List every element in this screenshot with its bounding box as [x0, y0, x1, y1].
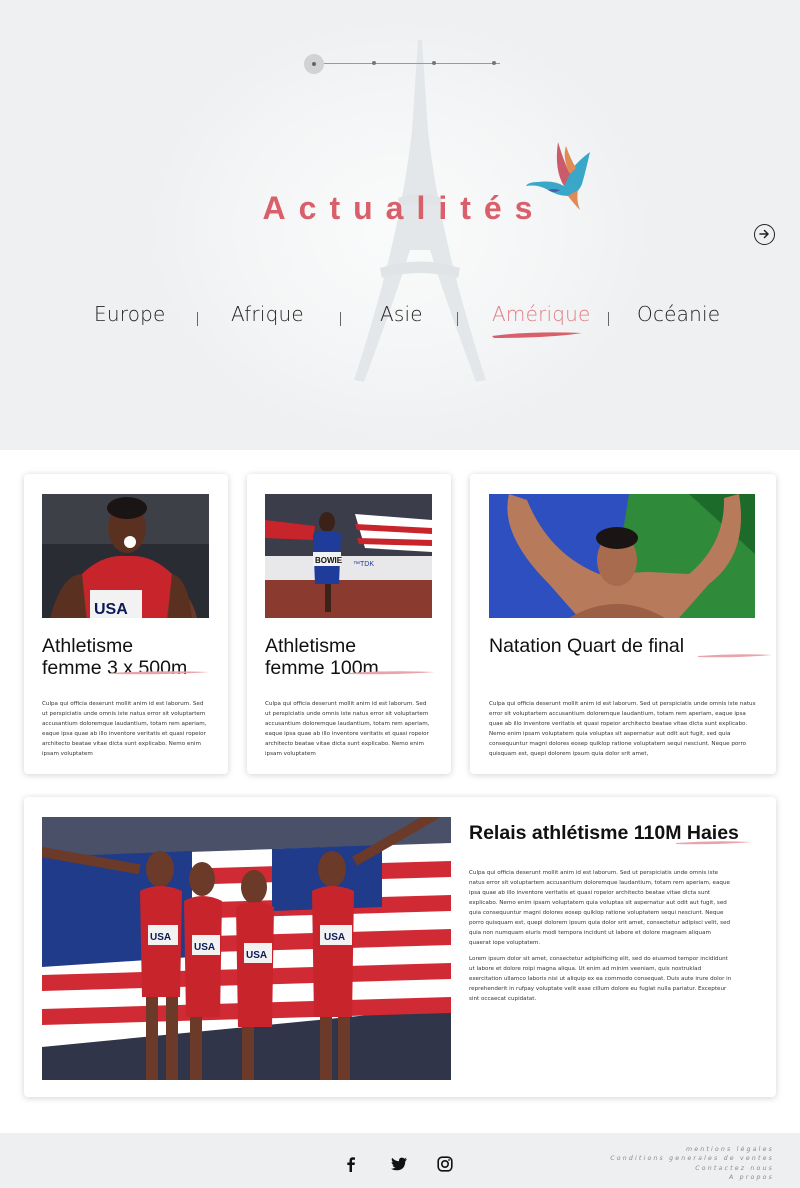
- news-card[interactable]: BOWIE ™TDK Athletisme femme 100m Culpa q…: [247, 474, 451, 774]
- card-excerpt: Culpa qui officia deserunt mollit anim i…: [42, 701, 207, 757]
- progress-track: [314, 63, 500, 64]
- card-title-line: Athletisme: [265, 635, 357, 657]
- card-image-relay-team: USA USA USA USA: [42, 817, 451, 1080]
- site-footer: mentions légales Conditions generales de…: [0, 1133, 800, 1188]
- news-card[interactable]: Natation Quart de final Culpa qui offici…: [470, 474, 776, 774]
- tab-divider: [457, 312, 458, 326]
- bird-logo-icon: [526, 142, 590, 210]
- feature-body: Culpa qui officia deserunt mollit anim i…: [469, 868, 734, 1004]
- progress-step[interactable]: [432, 61, 436, 65]
- title-underline-swoosh: [698, 654, 772, 658]
- news-card[interactable]: USA Athletisme femme 3 x 500m Culpa qui …: [24, 474, 228, 774]
- tab-divider: [197, 312, 198, 326]
- footer-link-contact[interactable]: Contactez nous: [610, 1164, 774, 1173]
- region-tabs: Europe Afrique Asie Amérique Océanie: [0, 302, 800, 342]
- feature-paragraph: Culpa qui officia deserunt mollit anim i…: [469, 870, 731, 946]
- title-underline-swoosh: [676, 841, 752, 845]
- title-underline-swoosh: [110, 671, 210, 675]
- feature-paragraph: Lorem ipsum dolor sit amet, consectetur …: [469, 956, 732, 1002]
- footer-link-about[interactable]: A propos: [610, 1173, 774, 1182]
- feature-card[interactable]: USA USA USA USA Relais athlétisme 110M H…: [24, 797, 776, 1097]
- next-slide-button[interactable]: [754, 224, 775, 245]
- progress-step[interactable]: [372, 61, 376, 65]
- tab-oceanie[interactable]: Océanie: [637, 302, 720, 326]
- tab-divider: [340, 312, 341, 326]
- footer-link-legal[interactable]: mentions légales: [610, 1145, 774, 1154]
- card-title-line: Athletisme: [42, 635, 134, 657]
- tab-amerique[interactable]: Amérique: [492, 302, 591, 326]
- card-image-swimmer: [489, 494, 755, 618]
- hero-banner: Actualités Europe Afrique Asie Amérique …: [0, 0, 800, 450]
- svg-text:USA: USA: [194, 942, 215, 953]
- instagram-icon[interactable]: [436, 1155, 454, 1173]
- footer-links: mentions légales Conditions generales de…: [610, 1145, 774, 1182]
- svg-text:BOWIE: BOWIE: [315, 556, 343, 565]
- tab-divider: [608, 312, 609, 326]
- svg-text:USA: USA: [94, 601, 128, 618]
- tab-asie[interactable]: Asie: [380, 302, 423, 326]
- progress-step[interactable]: [492, 61, 496, 65]
- title-underline-swoosh: [349, 671, 435, 675]
- card-image-flag-runner: BOWIE ™TDK: [265, 494, 432, 618]
- active-tab-underline: [492, 332, 582, 338]
- card-image-sprinter: USA: [42, 494, 209, 618]
- arrow-right-icon: [759, 229, 769, 239]
- card-excerpt: Culpa qui officia deserunt mollit anim i…: [265, 701, 430, 757]
- svg-text:USA: USA: [246, 950, 267, 961]
- footer-link-terms[interactable]: Conditions generales de ventes: [610, 1154, 774, 1163]
- svg-text:™TDK: ™TDK: [353, 561, 374, 568]
- card-excerpt: Culpa qui officia deserunt mollit anim i…: [489, 701, 756, 757]
- facebook-icon[interactable]: [342, 1155, 360, 1173]
- tab-afrique[interactable]: Afrique: [231, 302, 304, 326]
- progress-step-active[interactable]: [304, 54, 324, 74]
- svg-text:USA: USA: [324, 932, 345, 943]
- tab-europe[interactable]: Europe: [94, 302, 166, 326]
- svg-text:USA: USA: [150, 932, 171, 943]
- slider-progress[interactable]: [304, 54, 504, 74]
- page-title: Actualités: [262, 190, 546, 226]
- twitter-icon[interactable]: [390, 1155, 408, 1173]
